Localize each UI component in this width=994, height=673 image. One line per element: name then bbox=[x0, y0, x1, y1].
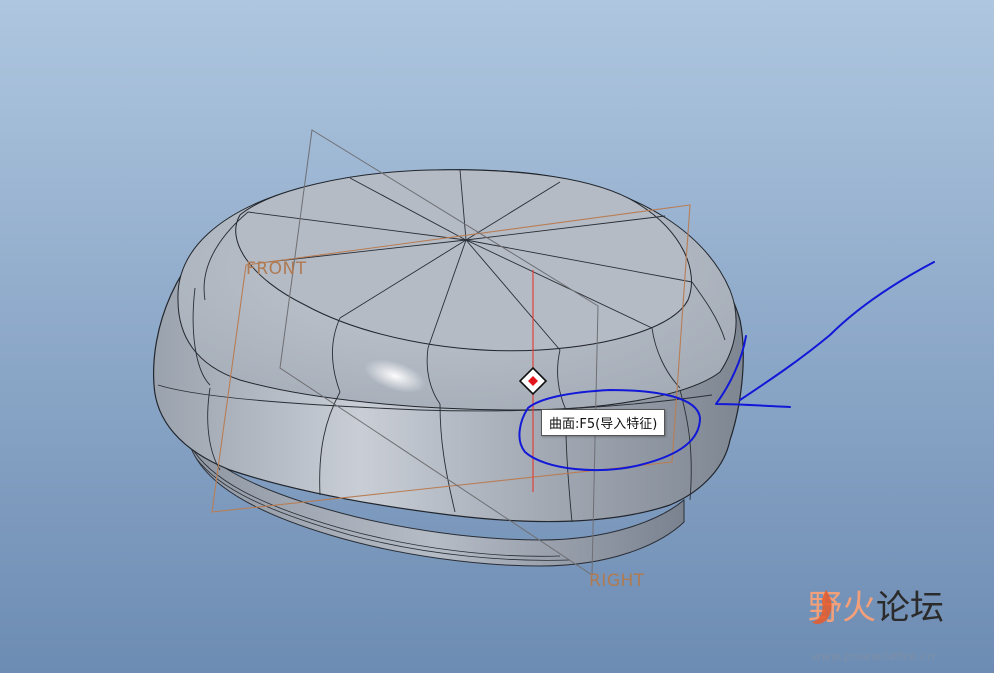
forum-watermark: 野火论坛 www.proewildfire.cn bbox=[808, 588, 988, 668]
right-datum-label: RIGHT bbox=[589, 571, 645, 591]
flame-icon bbox=[812, 590, 832, 625]
model-body[interactable] bbox=[152, 169, 744, 523]
model-viewport[interactable]: FRONT RIGHT 曲面:F5(导入特征) 野火论坛 www.proewil… bbox=[0, 0, 994, 673]
viewport-canvas[interactable]: FRONT RIGHT bbox=[0, 0, 994, 673]
watermark-url: www.proewildfire.cn bbox=[812, 650, 936, 663]
front-datum-label: FRONT bbox=[246, 259, 307, 279]
watermark-title-part2: 论坛 bbox=[876, 588, 944, 628]
selection-tooltip: 曲面:F5(导入特征) bbox=[541, 409, 666, 436]
